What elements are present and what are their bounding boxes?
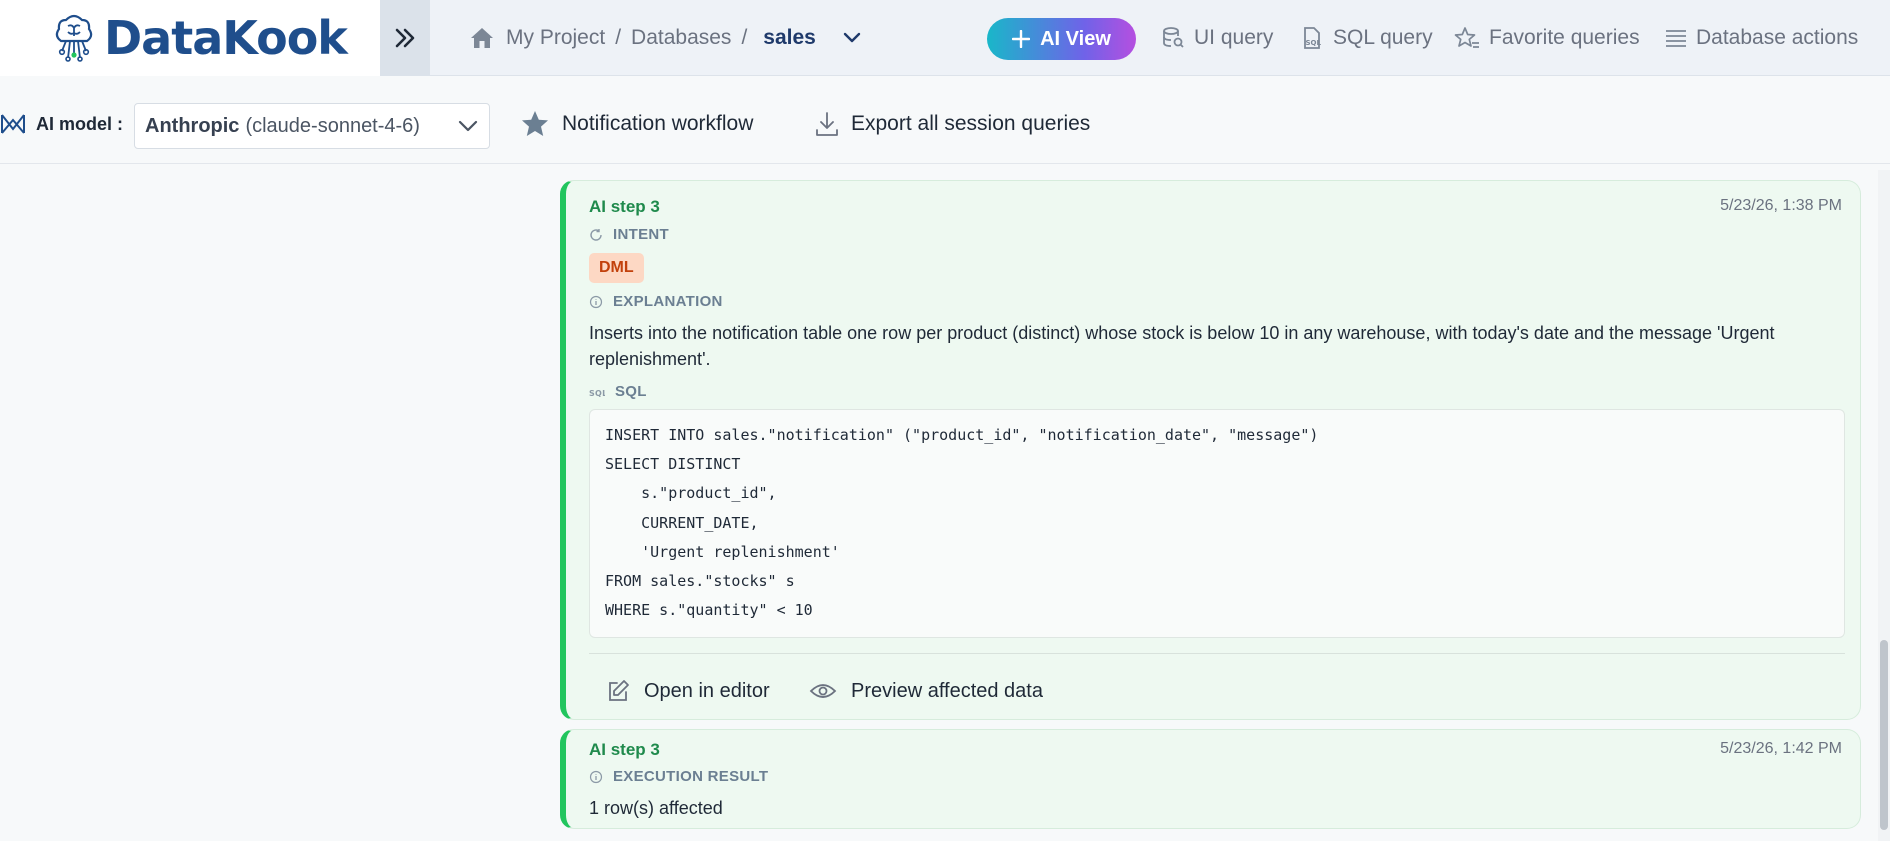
sql-line: WHERE s."quantity" < 10 xyxy=(605,601,813,620)
ui-query-label: UI query xyxy=(1194,26,1274,49)
sql-line: INSERT INTO sales."notification" ("produ… xyxy=(605,426,1319,444)
explanation-label: EXPLANATION xyxy=(613,293,723,310)
toolbar: AI model : Anthropic (claude-sonnet-4-6)… xyxy=(0,84,1890,164)
step-title: AI step 3 xyxy=(589,197,660,216)
intent-badge: DML xyxy=(589,253,644,283)
home-icon[interactable] xyxy=(470,27,494,49)
sql-line: s."product_id", xyxy=(605,484,777,503)
execution-result-label: EXECUTION RESULT xyxy=(613,768,769,785)
sql-line: FROM sales."stocks" s xyxy=(605,571,795,590)
sql-label: SQL xyxy=(615,383,647,400)
top-bar: DataKook My Project / Databases / sales … xyxy=(0,0,1890,76)
step-title: AI step 3 xyxy=(589,740,660,759)
favorite-queries-label: Favorite queries xyxy=(1489,26,1640,49)
step-timestamp: 5/23/26, 1:38 PM xyxy=(1720,197,1842,214)
ai-model-label-group: AI model : xyxy=(0,84,123,164)
breadcrumb: My Project / Databases / sales xyxy=(470,0,862,76)
sidebar-toggle-button[interactable] xyxy=(380,0,430,76)
sql-line: SELECT DISTINCT xyxy=(605,455,741,474)
sql-line: 'Urgent replenishment' xyxy=(605,542,840,561)
ai-step-result-card: AI step 3 5/23/26, 1:42 PM EXECUTION RES… xyxy=(560,729,1861,829)
ai-step-card: AI step 3 5/23/26, 1:38 PM INTENT DML EX… xyxy=(560,180,1861,720)
svg-text:SQL: SQL xyxy=(589,389,605,398)
step-timestamp: 5/23/26, 1:42 PM xyxy=(1720,740,1842,757)
breadcrumb-separator: / xyxy=(615,26,622,49)
info-icon xyxy=(589,770,603,783)
model-name: (claude-sonnet-4-6) xyxy=(245,114,420,137)
ai-model-label: AI model : xyxy=(36,113,124,134)
chevron-down-icon xyxy=(457,119,479,133)
app-name: DataKook xyxy=(104,11,348,65)
open-in-editor-label: Open in editor xyxy=(644,679,770,702)
ui-query-link[interactable]: UI query xyxy=(1161,0,1273,76)
breadcrumb-separator: / xyxy=(741,26,748,49)
ai-view-label: AI View xyxy=(1040,27,1111,50)
ai-view-button[interactable]: AI View xyxy=(987,18,1136,60)
ai-model-icon xyxy=(1,114,25,134)
intent-label: INTENT xyxy=(613,226,669,243)
refresh-icon xyxy=(590,228,602,241)
list-icon xyxy=(1666,30,1686,47)
info-icon xyxy=(589,295,603,308)
sql-code-block[interactable]: INSERT INTO sales."notification" ("produ… xyxy=(589,409,1845,638)
sql-icon: SQL xyxy=(589,389,605,398)
star-icon xyxy=(522,111,548,136)
logo[interactable]: DataKook xyxy=(0,0,380,76)
sql-query-label: SQL query xyxy=(1333,26,1433,49)
brain-cloud-logo-icon xyxy=(55,14,93,62)
ai-model-select[interactable]: Anthropic (claude-sonnet-4-6) xyxy=(134,103,490,149)
scrollbar-thumb[interactable] xyxy=(1880,640,1888,830)
breadcrumb-project[interactable]: My Project xyxy=(506,26,605,50)
intent-section-label: INTENT xyxy=(589,226,669,243)
explanation-text: Inserts into the notification table one … xyxy=(589,323,1775,369)
sparkle-icon xyxy=(1012,30,1031,48)
sql-query-link[interactable]: SQL SQL query xyxy=(1300,0,1433,76)
export-session-queries-label: Export all session queries xyxy=(851,112,1091,135)
card-divider xyxy=(589,653,1845,654)
open-in-editor-button[interactable]: Open in editor xyxy=(606,671,770,711)
double-chevron-right-icon xyxy=(395,28,415,48)
edit-icon xyxy=(609,680,629,701)
database-actions-link[interactable]: Database actions xyxy=(1665,0,1858,76)
favorite-queries-link[interactable]: Favorite queries xyxy=(1454,0,1640,76)
database-actions-label: Database actions xyxy=(1696,26,1859,49)
download-icon xyxy=(816,112,838,136)
svg-text:SQL: SQL xyxy=(1306,39,1322,47)
notification-workflow-button[interactable]: Notification workflow xyxy=(520,84,753,164)
eye-icon xyxy=(809,684,837,698)
explanation-section-label: EXPLANATION xyxy=(589,293,723,310)
execution-result-section-label: EXECUTION RESULT xyxy=(589,768,768,785)
database-search-icon xyxy=(1163,27,1184,48)
model-provider: Anthropic xyxy=(145,114,240,137)
breadcrumb-databases[interactable]: Databases xyxy=(631,26,731,50)
database-dropdown-button[interactable] xyxy=(842,31,862,45)
chevron-down-icon xyxy=(843,32,861,43)
sql-line: CURRENT_DATE, xyxy=(605,513,759,532)
breadcrumb-current-database: sales xyxy=(763,26,816,49)
star-list-icon xyxy=(1454,27,1479,48)
sql-section-label: SQL SQL xyxy=(589,383,647,400)
preview-affected-data-button[interactable]: Preview affected data xyxy=(809,671,1043,711)
preview-affected-data-label: Preview affected data xyxy=(851,679,1043,702)
execution-result-text: 1 row(s) affected xyxy=(589,798,723,818)
export-session-queries-button[interactable]: Export all session queries xyxy=(815,84,1090,164)
notification-workflow-label: Notification workflow xyxy=(562,112,754,135)
sql-file-icon: SQL xyxy=(1304,27,1322,49)
